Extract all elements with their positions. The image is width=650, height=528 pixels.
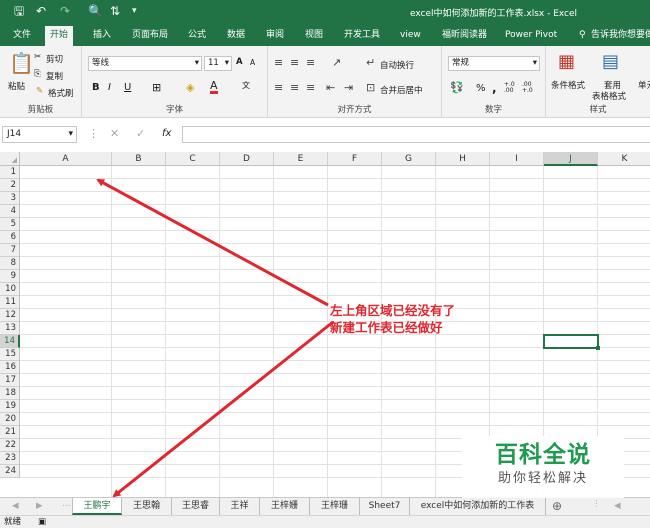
status-bar: 就绪 ▣ (0, 515, 650, 528)
sheet-tab-4[interactable]: 王祥 (220, 498, 260, 515)
tabs-overflow-icon[interactable]: … (62, 499, 71, 509)
sheet-tab-8[interactable]: excel中如何添加新的工作表 (410, 498, 546, 515)
watermark: 百科全说 助你轻松解决 (462, 436, 624, 498)
hscroll-left-icon[interactable]: ◀ (614, 501, 621, 511)
arrow-to-sheet-tab (112, 320, 334, 498)
scroll-tabs-right-icon[interactable]: ▶ (36, 501, 43, 511)
add-sheet-icon[interactable]: ⊕ (552, 499, 562, 513)
scroll-tabs-left-icon[interactable]: ◀ (12, 501, 19, 511)
sheet-tab-1[interactable]: 王鹏宇 (72, 498, 122, 515)
split-handle-icon[interactable]: ⋮ (592, 499, 601, 509)
status-ready: 就绪 (4, 517, 22, 527)
sheet-tab-6[interactable]: 王梓珊 (310, 498, 360, 515)
annotation-line-1: 左上角区域已经没有了 (330, 303, 456, 318)
watermark-subtitle: 助你轻松解决 (497, 471, 588, 486)
macro-record-icon[interactable]: ▣ (38, 516, 46, 528)
annotation-line-2: 新建工作表已经做好 (330, 320, 443, 335)
sheet-tabs-bar: ◀ ▶ … 王鹏宇 王思翰 王思睿 王祥 王梓姗 王梓珊 Sheet7 exce… (0, 497, 650, 515)
sheet-tab-7[interactable]: Sheet7 (360, 498, 410, 515)
sheet-tab-5[interactable]: 王梓姗 (260, 498, 310, 515)
sheet-tab-3[interactable]: 王思睿 (172, 498, 220, 515)
sheet-tab-2[interactable]: 王思翰 (122, 498, 172, 515)
arrow-to-corner (96, 178, 329, 307)
watermark-title: 百科全说 (495, 442, 591, 468)
annotation-text: 左上角区域已经没有了 新建工作表已经做好 (330, 302, 455, 336)
